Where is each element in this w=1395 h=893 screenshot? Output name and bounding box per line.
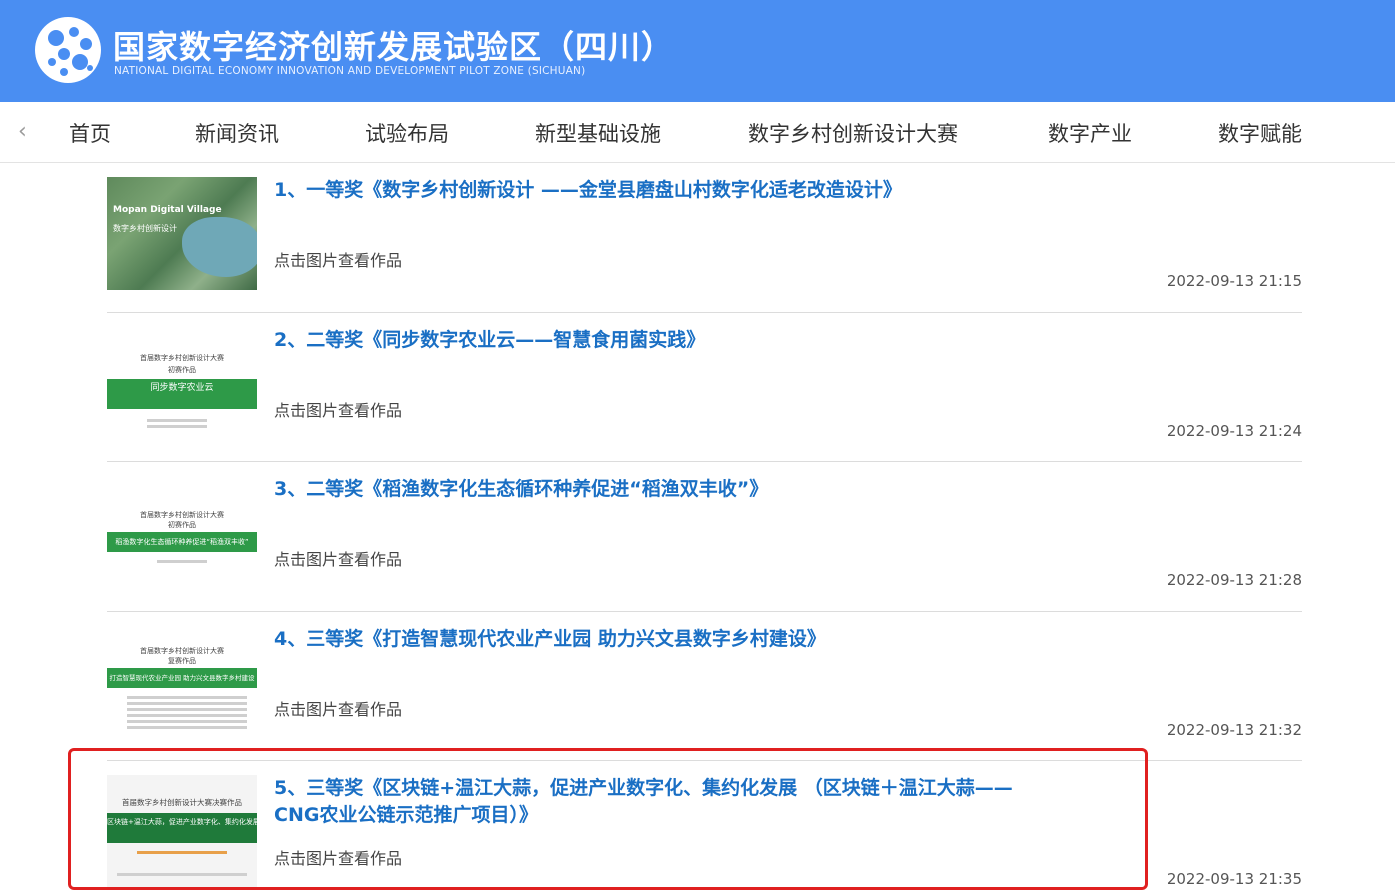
item-thumbnail[interactable]: 首届数字乡村创新设计大赛 初赛作品 同步数字农业云 (107, 326, 257, 440)
item-date: 2022-09-13 21:24 (1166, 421, 1302, 440)
list-item: Mopan Digital Village 数字乡村创新设计 1、一等奖《数字乡… (107, 163, 1302, 313)
item-thumbnail[interactable]: 首届数字乡村创新设计大赛决赛作品 区块链+温江大蒜，促进产业数字化、集约化发展 (107, 775, 257, 888)
item-title-link[interactable]: 2、二等奖《同步数字农业云——智慧食用菌实践》 (274, 327, 1014, 354)
item-thumbnail[interactable]: 首届数字乡村创新设计大赛 初赛作品 稻渔数字化生态循环种养促进“稻渔双丰收” (107, 476, 257, 589)
item-title-link[interactable]: 1、一等奖《数字乡村创新设计 ——金堂县磨盘山村数字化适老改造设计》 (274, 177, 1014, 204)
site-subtitle: NATIONAL DIGITAL ECONOMY INNOVATION AND … (114, 65, 586, 77)
document-cover-image: 首届数字乡村创新设计大赛决赛作品 区块链+温江大蒜，促进产业数字化、集约化发展 (107, 775, 257, 888)
main-nav: ‹ 首页 新闻资讯 试验布局 新型基础设施 数字乡村创新设计大赛 数字产业 数字… (0, 102, 1395, 163)
item-date: 2022-09-13 21:32 (1166, 720, 1302, 739)
site-header: 国家数字经济创新发展试验区（四川） NATIONAL DIGITAL ECONO… (0, 0, 1395, 102)
list-item: 首届数字乡村创新设计大赛 复赛作品 打造智慧现代农业产业园 助力兴文县数字乡村建… (107, 612, 1302, 761)
nav-item-infrastructure[interactable]: 新型基础设施 (535, 118, 661, 148)
item-title-link[interactable]: 3、二等奖《稻渔数字化生态循环种养促进“稻渔双丰收”》 (274, 476, 1014, 503)
list-item: 首届数字乡村创新设计大赛 初赛作品 同步数字农业云 2、二等奖《同步数字农业云—… (107, 313, 1302, 462)
nav-item-home[interactable]: 首页 (69, 118, 111, 148)
nav-item-design-contest[interactable]: 数字乡村创新设计大赛 (748, 118, 958, 148)
nav-prev-arrow-icon[interactable]: ‹ (18, 120, 38, 144)
nav-item-layout[interactable]: 试验布局 (365, 118, 449, 148)
document-cover-image: 首届数字乡村创新设计大赛 初赛作品 稻渔数字化生态循环种养促进“稻渔双丰收” (107, 476, 257, 589)
village-photo-image: Mopan Digital Village 数字乡村创新设计 (107, 177, 257, 290)
item-view-hint[interactable]: 点击图片查看作品 (274, 397, 402, 421)
nav-item-digital-empower[interactable]: 数字赋能 (1218, 118, 1302, 148)
site-title: 国家数字经济创新发展试验区（四川） (113, 28, 675, 66)
item-title-link[interactable]: 4、三等奖《打造智慧现代农业产业园 助力兴文县数字乡村建设》 (274, 626, 1014, 653)
document-cover-image: 首届数字乡村创新设计大赛 复赛作品 打造智慧现代农业产业园 助力兴文县数字乡村建… (107, 625, 257, 739)
item-view-hint[interactable]: 点击图片查看作品 (274, 247, 402, 271)
article-list: Mopan Digital Village 数字乡村创新设计 1、一等奖《数字乡… (107, 163, 1302, 893)
nav-item-digital-industry[interactable]: 数字产业 (1048, 118, 1132, 148)
site-logo-icon[interactable] (34, 16, 102, 84)
item-date: 2022-09-13 21:28 (1166, 571, 1302, 589)
item-view-hint[interactable]: 点击图片查看作品 (274, 546, 402, 570)
item-title-link[interactable]: 5、三等奖《区块链+温江大蒜，促进产业数字化、集约化发展 （区块链＋温江大蒜——… (274, 775, 1014, 829)
item-view-hint[interactable]: 点击图片查看作品 (274, 696, 402, 720)
list-item: 首届数字乡村创新设计大赛决赛作品 区块链+温江大蒜，促进产业数字化、集约化发展 … (107, 761, 1302, 893)
item-date: 2022-09-13 21:35 (1166, 870, 1302, 888)
document-cover-image: 首届数字乡村创新设计大赛 初赛作品 同步数字农业云 (107, 326, 257, 440)
list-item: 首届数字乡村创新设计大赛 初赛作品 稻渔数字化生态循环种养促进“稻渔双丰收” 3… (107, 462, 1302, 612)
nav-item-news[interactable]: 新闻资讯 (195, 118, 279, 148)
item-view-hint[interactable]: 点击图片查看作品 (274, 845, 402, 869)
item-date: 2022-09-13 21:15 (1166, 272, 1302, 290)
item-thumbnail[interactable]: 首届数字乡村创新设计大赛 复赛作品 打造智慧现代农业产业园 助力兴文县数字乡村建… (107, 625, 257, 739)
item-thumbnail[interactable]: Mopan Digital Village 数字乡村创新设计 (107, 177, 257, 290)
